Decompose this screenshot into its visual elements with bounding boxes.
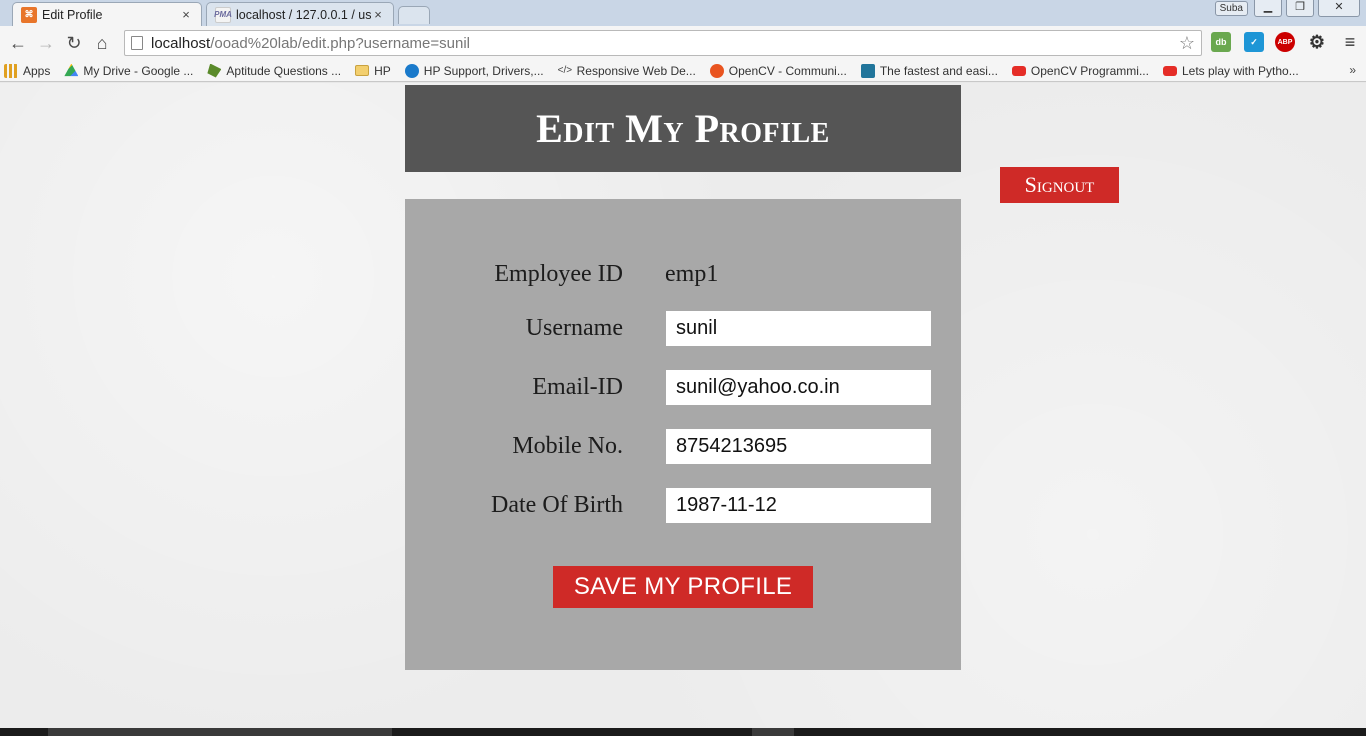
phpmyadmin-icon: PMA bbox=[214, 6, 232, 23]
email-row: Email-ID bbox=[405, 369, 961, 405]
menu-icon[interactable]: ≡ bbox=[1340, 32, 1360, 52]
folder-icon bbox=[355, 65, 370, 76]
close-window-icon[interactable]: ✕ bbox=[1318, 0, 1360, 17]
email-label: Email-ID bbox=[532, 373, 623, 400]
email-input[interactable] bbox=[666, 369, 931, 405]
bookmark-label: Lets play with Pytho... bbox=[1181, 63, 1299, 78]
username-row: Username bbox=[405, 310, 961, 346]
bookmark-label: OpenCV Programmi... bbox=[1030, 63, 1149, 78]
close-icon[interactable]: × bbox=[179, 7, 193, 22]
mobile-label: Mobile No. bbox=[512, 432, 623, 459]
tab-title: localhost / 127.0.0.1 / use bbox=[236, 7, 371, 22]
bookmark-label: Aptitude Questions ... bbox=[226, 63, 342, 78]
employee-id-label: Employee ID bbox=[494, 260, 623, 287]
bookmark-hp-support[interactable]: HP Support, Drivers,... bbox=[404, 63, 544, 78]
bookmark-hp-folder[interactable]: HP bbox=[355, 64, 391, 78]
hp-icon bbox=[404, 63, 419, 78]
bookmark-label: OpenCV - Communi... bbox=[728, 63, 847, 78]
bookmark-apps[interactable]: Apps bbox=[4, 63, 51, 78]
url-path: /ooad%20lab/edit.php?username=sunil bbox=[210, 34, 470, 52]
username-label: Username bbox=[525, 314, 623, 341]
browser-toolbar: ← → ↻ ⌂ localhost/ooad%20lab/edit.php?us… bbox=[0, 26, 1366, 60]
bookmark-label: HP bbox=[374, 63, 391, 78]
bookmark-aptitude[interactable]: Aptitude Questions ... bbox=[207, 63, 342, 78]
tab-title: Edit Profile bbox=[42, 7, 103, 22]
bookmark-label: The fastest and easi... bbox=[879, 63, 998, 78]
reload-icon[interactable]: ↻ bbox=[60, 29, 88, 57]
url-text[interactable]: localhost/ooad%20lab/edit.php?username=s… bbox=[151, 35, 1179, 52]
youtube-icon bbox=[1162, 65, 1177, 76]
bookmarks-overflow-chevron[interactable]: » bbox=[1349, 63, 1356, 77]
youtube-icon bbox=[1011, 65, 1026, 76]
adblock-plus-icon[interactable]: ABP bbox=[1275, 32, 1295, 52]
page-viewport: Edit My Profile Signout Employee ID emp1… bbox=[0, 83, 1366, 728]
taskbar-search-box[interactable] bbox=[48, 728, 392, 736]
window-controls: ▁ ❐ ✕ bbox=[1254, 0, 1360, 17]
bookmark-lets-play-python[interactable]: Lets play with Pytho... bbox=[1162, 63, 1299, 78]
dob-label: Date Of Birth bbox=[491, 491, 623, 518]
code-icon: </> bbox=[557, 64, 573, 76]
bookmark-label: My Drive - Google ... bbox=[83, 63, 194, 78]
ubuntu-icon bbox=[709, 63, 724, 78]
bookmark-my-drive[interactable]: My Drive - Google ... bbox=[64, 63, 194, 78]
bookmark-star-icon[interactable]: ☆ bbox=[1179, 33, 1195, 54]
gear-icon[interactable]: ⚙ bbox=[1307, 32, 1327, 52]
tab-phpmyadmin[interactable]: PMA localhost / 127.0.0.1 / use × bbox=[206, 2, 394, 26]
taskbar-app-button[interactable] bbox=[752, 728, 794, 736]
back-arrow-icon[interactable]: ← bbox=[4, 29, 32, 57]
apps-grid-icon bbox=[4, 63, 18, 78]
mobile-row: Mobile No. bbox=[405, 428, 961, 464]
edit-profile-form: Employee ID emp1 Username Email-ID Mobil… bbox=[405, 199, 961, 670]
address-bar[interactable]: localhost/ooad%20lab/edit.php?username=s… bbox=[124, 30, 1202, 56]
bookmarks-bar: Apps My Drive - Google ... Aptitude Ques… bbox=[0, 60, 1366, 82]
bookmark-opencv-community[interactable]: OpenCV - Communi... bbox=[709, 63, 847, 78]
dob-input[interactable] bbox=[666, 487, 931, 523]
aptitude-icon bbox=[207, 63, 222, 78]
dob-row: Date Of Birth bbox=[405, 487, 961, 523]
browser-tabstrip: ⌘ Edit Profile × PMA localhost / 127.0.0… bbox=[0, 0, 1366, 26]
wordpress-icon bbox=[860, 63, 875, 78]
employee-id-value: emp1 bbox=[665, 260, 719, 287]
bookmark-label: Apps bbox=[23, 63, 51, 78]
bookmark-responsive-web[interactable]: </> Responsive Web De... bbox=[558, 64, 696, 78]
db-extension-icon[interactable]: db bbox=[1211, 32, 1231, 52]
google-drive-icon bbox=[64, 63, 79, 77]
url-host: localhost bbox=[151, 34, 211, 52]
save-profile-button[interactable]: SAVE MY PROFILE bbox=[553, 566, 813, 608]
signout-button[interactable]: Signout bbox=[1000, 167, 1119, 203]
forward-arrow-icon[interactable]: → bbox=[32, 29, 60, 57]
checkmark-extension-icon[interactable]: ✓ bbox=[1244, 32, 1264, 52]
html-orange-icon: ⌘ bbox=[21, 6, 37, 23]
bookmark-label: Responsive Web De... bbox=[576, 63, 696, 78]
new-tab-button[interactable] bbox=[398, 6, 430, 24]
bookmark-opencv-programming[interactable]: OpenCV Programmi... bbox=[1011, 63, 1149, 78]
os-taskbar bbox=[0, 728, 1366, 736]
page-header: Edit My Profile bbox=[405, 85, 961, 172]
bookmark-wordpress[interactable]: The fastest and easi... bbox=[860, 63, 998, 78]
close-icon[interactable]: × bbox=[371, 7, 385, 22]
username-input[interactable] bbox=[666, 310, 931, 346]
page-icon bbox=[131, 36, 143, 50]
employee-id-row: Employee ID emp1 bbox=[405, 256, 961, 292]
tab-edit-profile[interactable]: ⌘ Edit Profile × bbox=[12, 2, 202, 26]
page-title: Edit My Profile bbox=[536, 106, 830, 151]
restore-icon[interactable]: ❐ bbox=[1286, 0, 1314, 17]
bookmark-label: HP Support, Drivers,... bbox=[423, 63, 544, 78]
mobile-input[interactable] bbox=[666, 428, 931, 464]
window-user-badge[interactable]: Suba bbox=[1214, 1, 1248, 16]
home-icon[interactable]: ⌂ bbox=[88, 29, 116, 57]
minimize-icon[interactable]: ▁ bbox=[1254, 0, 1282, 17]
